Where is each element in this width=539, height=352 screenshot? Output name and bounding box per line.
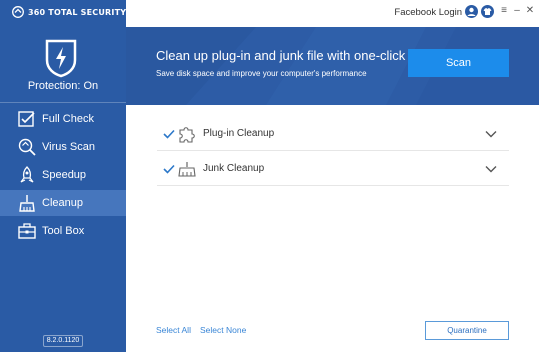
sidebar-item-cleanup[interactable]: Cleanup	[0, 190, 126, 216]
brand: 360 TOTAL SECURITY	[12, 6, 126, 18]
cleanup-banner: Clean up plug-in and junk file with one-…	[126, 27, 539, 105]
cleanup-icon	[16, 193, 38, 213]
brand-name: 360 TOTAL SECURITY	[28, 7, 127, 17]
sidebar-item-tool-box[interactable]: Tool Box	[0, 218, 126, 244]
plugin-cleanup-label: Plug-in Cleanup	[203, 128, 275, 139]
broom-icon	[178, 161, 196, 177]
junk-cleanup-label: Junk Cleanup	[203, 163, 265, 174]
facebook-login-link[interactable]: Facebook Login	[394, 7, 462, 18]
user-avatar-icon[interactable]	[465, 5, 478, 18]
sidebar-divider	[0, 102, 126, 103]
chevron-down-icon[interactable]	[485, 163, 497, 175]
select-all-link[interactable]: Select All	[156, 325, 191, 335]
checkmark-icon[interactable]	[163, 163, 175, 175]
banner-title: Clean up plug-in and junk file with one-…	[156, 48, 406, 63]
sidebar-item-label: Speedup	[42, 169, 87, 181]
title-bar: Facebook Login ≡ – ✕	[126, 0, 539, 27]
junk-cleanup-row[interactable]: Junk Cleanup	[157, 152, 509, 186]
full-check-icon	[16, 109, 38, 129]
protection-status: Protection: On	[27, 80, 99, 92]
brand-logo-icon	[12, 6, 24, 18]
banner-subtitle: Save disk space and improve your compute…	[156, 69, 367, 78]
version-badge: 8.2.0.1120	[43, 335, 83, 347]
shield-icon	[44, 38, 78, 78]
checkmark-icon[interactable]	[163, 128, 175, 140]
puzzle-icon	[179, 126, 195, 143]
skin-shirt-icon[interactable]	[481, 5, 494, 18]
scan-button[interactable]: Scan	[408, 49, 509, 77]
select-none-link[interactable]: Select None	[200, 325, 246, 335]
speedup-icon	[16, 165, 38, 185]
toolbox-icon	[16, 221, 38, 241]
chevron-down-icon[interactable]	[485, 128, 497, 140]
sidebar-item-label: Cleanup	[42, 197, 83, 209]
sidebar-item-virus-scan[interactable]: Virus Scan	[0, 134, 126, 160]
sidebar-item-label: Full Check	[42, 113, 94, 125]
virus-scan-icon	[16, 137, 38, 157]
close-icon[interactable]: ✕	[524, 4, 536, 18]
minimize-icon[interactable]: –	[511, 4, 523, 18]
quarantine-button[interactable]: Quarantine	[425, 321, 509, 340]
sidebar-item-full-check[interactable]: Full Check	[0, 106, 126, 132]
plugin-cleanup-row[interactable]: Plug-in Cleanup	[157, 117, 509, 151]
menu-icon[interactable]: ≡	[498, 4, 510, 18]
sidebar-item-label: Virus Scan	[42, 141, 95, 153]
sidebar-item-speedup[interactable]: Speedup	[0, 162, 126, 188]
sidebar-item-label: Tool Box	[42, 225, 85, 237]
sidebar: 360 TOTAL SECURITY Protection: On Full C…	[0, 0, 126, 352]
